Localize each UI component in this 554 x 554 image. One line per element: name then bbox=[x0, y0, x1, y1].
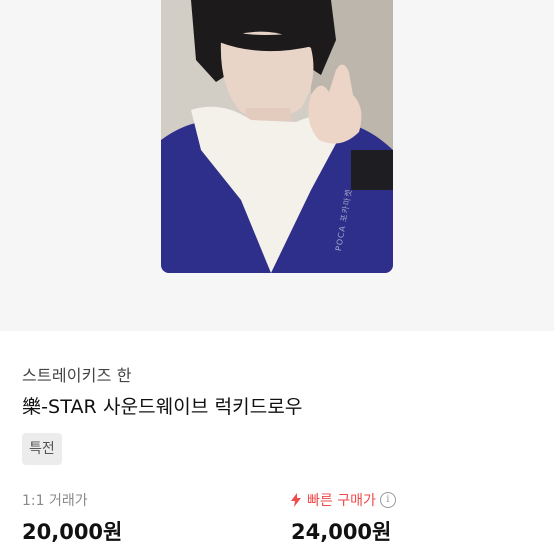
quick-price: 24,000원 bbox=[291, 520, 392, 544]
info-icon[interactable]: i bbox=[379, 492, 396, 508]
trade-price-label: 1:1 거래가 bbox=[22, 490, 88, 510]
quick-price-label: 빠른 구매가 i bbox=[291, 490, 396, 510]
lightning-icon bbox=[291, 493, 301, 507]
trade-price-label-text: 1:1 거래가 bbox=[22, 493, 88, 509]
photocard-image[interactable]: POCA 포카마켓 bbox=[161, 0, 393, 273]
product-image-area: POCA 포카마켓 bbox=[0, 0, 554, 331]
quick-price-label-text: 빠른 구매가 bbox=[307, 493, 376, 509]
trade-price: 20,000원 bbox=[22, 520, 123, 544]
benefit-tag[interactable]: 특전 bbox=[22, 433, 62, 465]
artist-name: 스트레이키즈 한 bbox=[22, 366, 132, 385]
product-title: 樂-STAR 사운드웨이브 럭키드로우 bbox=[22, 396, 303, 418]
photocard-picture bbox=[161, 0, 393, 273]
